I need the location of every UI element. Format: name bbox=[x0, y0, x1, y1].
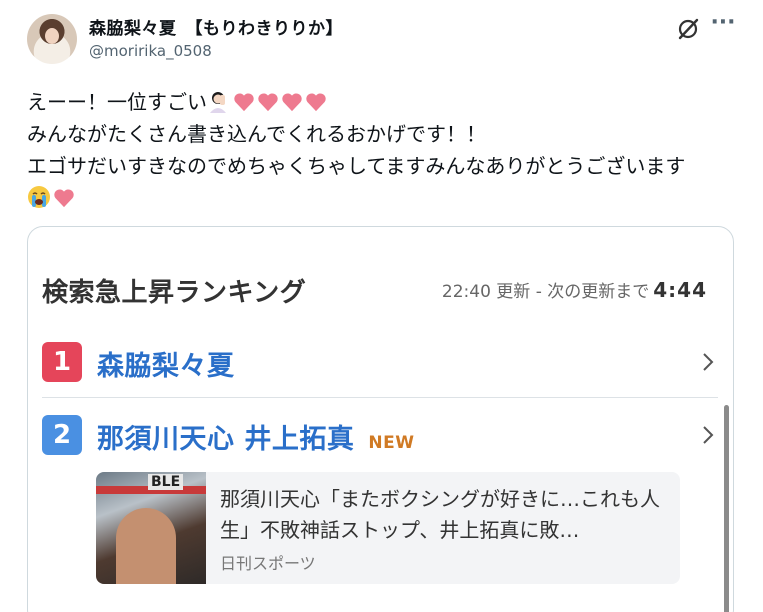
chevron-right-icon bbox=[703, 353, 714, 371]
pink-heart-icon bbox=[306, 93, 326, 112]
pink-heart-icon bbox=[234, 93, 254, 112]
loudly-crying-face-icon bbox=[28, 186, 50, 208]
attached-image-card[interactable]: 検索急上昇ランキング 22:40 更新 - 次の更新まで 4:44 1 森脇梨々夏… bbox=[27, 226, 734, 612]
author-handle[interactable]: @moririka_0508 bbox=[89, 42, 212, 60]
post-line-1: えーー！一位すごい bbox=[27, 90, 207, 114]
news-source: 日刊スポーツ bbox=[220, 554, 316, 573]
divider bbox=[42, 397, 718, 398]
avatar[interactable] bbox=[27, 14, 77, 64]
ranking-term-text: 那須川天心 井上拓真 bbox=[97, 424, 355, 455]
person-facepalming-icon bbox=[210, 92, 226, 113]
update-info: 22:40 更新 - 次の更新まで 4:44 bbox=[442, 277, 707, 302]
news-thumbnail: BLE bbox=[96, 472, 206, 584]
ranking-term: 那須川天心 井上拓真 NEW bbox=[97, 417, 415, 456]
pink-heart-icon bbox=[258, 93, 278, 112]
pink-heart-icon bbox=[282, 93, 302, 112]
ranking-row-2[interactable]: 2 那須川天心 井上拓真 NEW bbox=[42, 413, 718, 457]
grok-icon[interactable] bbox=[676, 17, 700, 41]
rank-number: 1 bbox=[42, 342, 82, 382]
chevron-right-icon bbox=[703, 426, 714, 444]
update-time: 22:40 更新 - 次の更新まで bbox=[441, 282, 650, 302]
rank-number: 2 bbox=[42, 415, 82, 455]
news-item[interactable]: BLE 那須川天心「またボクシングが好きに…これも人生」不敗神話ストップ、井上拓… bbox=[96, 472, 680, 584]
pink-heart-icon bbox=[54, 189, 74, 208]
ranking-term: 森脇梨々夏 bbox=[97, 351, 235, 382]
thumbnail-sign-text: BLE bbox=[148, 474, 184, 490]
author-display-name[interactable]: 森脇梨々夏 【もりわきりりか】 bbox=[89, 14, 343, 39]
update-countdown: 4:44 bbox=[653, 278, 707, 302]
news-headline: 那須川天心「またボクシングが好きに…これも人生」不敗神話ストップ、井上拓真に敗… bbox=[220, 487, 660, 542]
tweet: 森脇梨々夏 【もりわきりりか】 @moririka_0508 ··· えーー！一… bbox=[0, 0, 763, 612]
ranking-title: 検索急上昇ランキング bbox=[42, 278, 307, 308]
more-options-icon[interactable]: ··· bbox=[708, 12, 738, 38]
post-text: えーー！一位すごい みんながたくさん書き込んでくれるおかげです！！ エゴサだいす… bbox=[27, 86, 685, 214]
post-line-3: エゴサだいすきなのでめちゃくちゃしてますみんなありがとうございます bbox=[27, 154, 686, 178]
post-line-2: みんながたくさん書き込んでくれるおかげです！！ bbox=[27, 122, 486, 146]
scrollbar[interactable] bbox=[724, 405, 729, 612]
new-badge: NEW bbox=[368, 433, 415, 453]
ranking-row-1[interactable]: 1 森脇梨々夏 bbox=[42, 340, 718, 384]
